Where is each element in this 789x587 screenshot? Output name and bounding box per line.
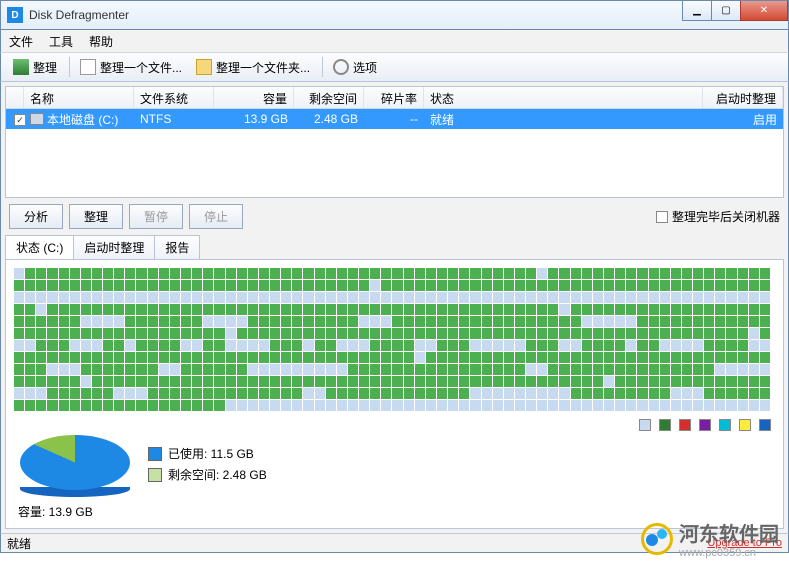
toolbar-options[interactable]: 选项 bbox=[327, 57, 383, 78]
lower-tabs: 状态 (C:) 启动时整理 报告 bbox=[5, 235, 784, 259]
action-bar: 分析 整理 暂停 停止 整理完毕后关闭机器 bbox=[5, 198, 784, 235]
folder-icon bbox=[196, 59, 212, 75]
separator bbox=[69, 57, 70, 77]
upgrade-link[interactable]: Upgrade to Pro bbox=[707, 537, 782, 549]
legend-swatch bbox=[659, 419, 671, 431]
shutdown-checkbox[interactable] bbox=[656, 211, 668, 223]
tab-boot-defrag[interactable]: 启动时整理 bbox=[73, 235, 155, 259]
tab-report[interactable]: 报告 bbox=[154, 235, 200, 259]
menu-bar: 文件 工具 帮助 bbox=[0, 30, 789, 52]
pie-legend-free bbox=[148, 468, 162, 482]
separator bbox=[322, 57, 323, 77]
drive-table: 名称 文件系统 容量 剩余空间 碎片率 状态 启动时整理 ✓ 本地磁盘 (C:)… bbox=[5, 86, 784, 198]
pause-button[interactable]: 暂停 bbox=[129, 204, 183, 229]
col-boot[interactable]: 启动时整理 bbox=[703, 87, 783, 108]
used-label: 已使用: 11.5 GB bbox=[168, 445, 254, 462]
shutdown-label: 整理完毕后关闭机器 bbox=[672, 208, 780, 225]
col-freespace[interactable]: 剩余空间 bbox=[294, 87, 364, 108]
minimize-button[interactable]: ▁ bbox=[682, 1, 712, 21]
status-text: 就绪 bbox=[7, 535, 31, 552]
menu-file[interactable]: 文件 bbox=[9, 33, 33, 50]
table-row[interactable]: ✓ 本地磁盘 (C:) NTFS 13.9 GB 2.48 GB -- 就绪 启… bbox=[6, 109, 783, 129]
window-titlebar: D Disk Defragmenter ▁ ▢ ✕ bbox=[0, 0, 789, 30]
cell-capacity: 13.9 GB bbox=[214, 110, 294, 128]
legend bbox=[14, 411, 775, 435]
status-bar: 就绪 Upgrade to Pro bbox=[0, 533, 789, 553]
main-panel: 名称 文件系统 容量 剩余空间 碎片率 状态 启动时整理 ✓ 本地磁盘 (C:)… bbox=[0, 82, 789, 533]
app-icon: D bbox=[7, 7, 23, 23]
capacity-label: 容量: 13.9 GB bbox=[14, 503, 775, 520]
defrag-icon bbox=[13, 59, 29, 75]
gear-icon bbox=[333, 59, 349, 75]
maximize-button[interactable]: ▢ bbox=[711, 1, 741, 21]
close-button[interactable]: ✕ bbox=[740, 1, 788, 21]
cell-filesystem: NTFS bbox=[134, 110, 214, 128]
col-status[interactable]: 状态 bbox=[424, 87, 703, 108]
toolbar-defrag-file[interactable]: 整理一个文件... bbox=[74, 57, 188, 78]
col-name[interactable]: 名称 bbox=[24, 87, 134, 108]
tab-status[interactable]: 状态 (C:) bbox=[5, 235, 74, 259]
legend-swatch bbox=[699, 419, 711, 431]
pie-chart bbox=[20, 435, 130, 497]
toolbar: 整理 整理一个文件... 整理一个文件夹... 选项 bbox=[0, 52, 789, 82]
drive-icon bbox=[30, 113, 44, 125]
col-filesystem[interactable]: 文件系统 bbox=[134, 87, 214, 108]
cell-fragrate: -- bbox=[364, 110, 424, 128]
fragmentation-map bbox=[14, 268, 770, 411]
col-fragrate[interactable]: 碎片率 bbox=[364, 87, 424, 108]
fragmentation-map-panel: 已使用: 11.5 GB 剩余空间: 2.48 GB 容量: 13.9 GB bbox=[5, 259, 784, 529]
toolbar-defrag[interactable]: 整理 bbox=[7, 57, 63, 78]
legend-swatch bbox=[759, 419, 771, 431]
cell-boot: 启用 bbox=[703, 109, 783, 130]
window-title: Disk Defragmenter bbox=[29, 8, 129, 22]
free-label: 剩余空间: 2.48 GB bbox=[168, 466, 267, 483]
cell-freespace: 2.48 GB bbox=[294, 110, 364, 128]
legend-swatch bbox=[679, 419, 691, 431]
legend-swatch bbox=[639, 419, 651, 431]
legend-swatch bbox=[719, 419, 731, 431]
pie-legend-used bbox=[148, 447, 162, 461]
col-capacity[interactable]: 容量 bbox=[214, 87, 294, 108]
menu-tools[interactable]: 工具 bbox=[49, 33, 73, 50]
cell-status: 就绪 bbox=[424, 109, 703, 130]
file-icon bbox=[80, 59, 96, 75]
disk-usage-section: 已使用: 11.5 GB 剩余空间: 2.48 GB bbox=[14, 435, 775, 503]
defrag-button[interactable]: 整理 bbox=[69, 204, 123, 229]
stop-button[interactable]: 停止 bbox=[189, 204, 243, 229]
legend-swatch bbox=[739, 419, 751, 431]
analyze-button[interactable]: 分析 bbox=[9, 204, 63, 229]
table-header: 名称 文件系统 容量 剩余空间 碎片率 状态 启动时整理 bbox=[6, 87, 783, 109]
drive-name: 本地磁盘 (C:) bbox=[47, 111, 118, 128]
menu-help[interactable]: 帮助 bbox=[89, 33, 113, 50]
toolbar-defrag-folder[interactable]: 整理一个文件夹... bbox=[190, 57, 316, 78]
